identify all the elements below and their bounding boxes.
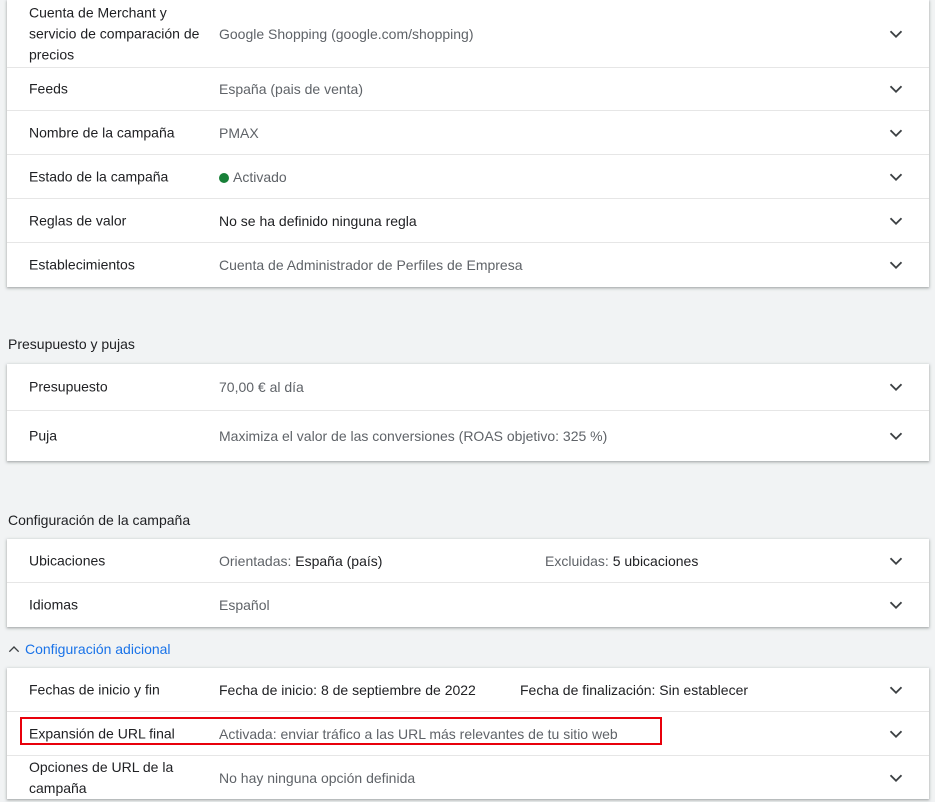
row-value: No hay ninguna opción definida <box>219 769 416 786</box>
row-value: Español <box>219 597 270 613</box>
row-label: Nombre de la campaña <box>29 124 175 140</box>
excluded-value: 5 ubicaciones <box>612 552 699 569</box>
row-campaign-status[interactable]: Estado de la campaña Activado <box>7 155 929 199</box>
chevron-down-icon[interactable] <box>885 550 907 572</box>
row-value: Maximiza el valor de las conversiones (R… <box>219 428 608 444</box>
additional-config-toggle[interactable]: Configuración adicional <box>6 641 171 657</box>
row-value-end: Fecha de finalización: Sin establecer <box>520 681 749 698</box>
row-value: No se ha definido ninguna regla <box>219 212 417 229</box>
chevron-down-icon[interactable] <box>885 723 907 745</box>
row-label: Fechas de inicio y fin <box>29 681 160 697</box>
row-label: Establecimientos <box>29 256 135 273</box>
chevron-down-icon[interactable] <box>885 767 907 789</box>
general-settings-card: Cuenta de Merchant y servicio de compara… <box>7 0 929 287</box>
row-merchant[interactable]: Cuenta de Merchant y servicio de compara… <box>7 0 929 68</box>
row-label: Reglas de valor <box>29 212 127 228</box>
row-label: Cuenta de Merchant y servicio de compara… <box>29 4 200 62</box>
row-value-targeted: Orientadas: España (país) <box>219 553 382 569</box>
chevron-up-icon <box>8 646 20 653</box>
targeted-label: Orientadas: <box>219 552 292 569</box>
row-value: PMAX <box>219 124 259 141</box>
chevron-down-icon[interactable] <box>885 210 907 232</box>
row-value: 70,00 € al día <box>219 379 304 395</box>
chevron-down-icon[interactable] <box>885 425 907 447</box>
section-title-budget: Presupuesto y pujas <box>8 336 135 352</box>
row-bid[interactable]: Puja Maximiza el valor de las conversion… <box>7 411 929 461</box>
additional-config-label: Configuración adicional <box>25 641 171 657</box>
row-locations[interactable]: Ubicaciones Orientadas: España (país) Ex… <box>7 539 929 583</box>
row-url-expansion[interactable]: Expansión de URL final Activada: enviar … <box>7 712 929 756</box>
status-dot-icon <box>219 172 229 183</box>
row-url-options[interactable]: Opciones de URL de la campaña No hay nin… <box>7 756 929 799</box>
row-feeds[interactable]: Feeds España (pais de venta) <box>7 68 929 111</box>
row-value-rules[interactable]: Reglas de valor No se ha definido ningun… <box>7 199 929 243</box>
row-value: España (pais de venta) <box>219 81 363 97</box>
chevron-down-icon[interactable] <box>885 254 907 276</box>
targeted-value: España (país) <box>295 552 383 569</box>
row-value-start: Fecha de inicio: 8 de septiembre de 2022 <box>219 681 476 698</box>
chevron-down-icon[interactable] <box>885 166 907 188</box>
row-label: Feeds <box>29 80 68 97</box>
row-campaign-name[interactable]: Nombre de la campaña PMAX <box>7 111 929 155</box>
row-label: Estado de la campaña <box>29 168 169 184</box>
row-budget[interactable]: Presupuesto 70,00 € al día <box>7 364 929 411</box>
row-label: Expansión de URL final <box>29 725 175 741</box>
excluded-label: Excluidas: <box>545 552 609 569</box>
row-label: Idiomas <box>29 596 79 613</box>
row-languages[interactable]: Idiomas Español <box>7 583 929 627</box>
chevron-down-icon[interactable] <box>885 679 907 701</box>
row-value: Activado <box>219 169 287 185</box>
chevron-down-icon[interactable] <box>885 122 907 144</box>
config-card: Ubicaciones Orientadas: España (país) Ex… <box>7 539 929 627</box>
row-value: Google Shopping (google.com/shopping) <box>219 25 474 42</box>
row-label: Puja <box>29 427 58 444</box>
row-value: Cuenta de Administrador de Perfiles de E… <box>219 257 523 273</box>
chevron-down-icon[interactable] <box>885 78 907 100</box>
chevron-down-icon[interactable] <box>885 376 907 398</box>
row-label: Presupuesto <box>29 378 108 395</box>
row-establishments[interactable]: Establecimientos Cuenta de Administrador… <box>7 243 929 287</box>
row-value: Activada: enviar tráfico a las URL más r… <box>219 725 618 742</box>
section-title-config: Configuración de la campaña <box>8 512 191 528</box>
row-label: Ubicaciones <box>29 552 106 568</box>
budget-card: Presupuesto 70,00 € al día Puja Maximiza… <box>7 364 929 461</box>
additional-card: Fechas de inicio y fin Fecha de inicio: … <box>7 668 929 799</box>
row-dates[interactable]: Fechas de inicio y fin Fecha de inicio: … <box>7 668 929 712</box>
chevron-down-icon[interactable] <box>885 594 907 616</box>
chevron-down-icon[interactable] <box>885 23 907 45</box>
row-label: Opciones de URL de la campaña <box>29 758 174 796</box>
status-text: Activado <box>233 168 287 185</box>
row-value-excluded: Excluidas: 5 ubicaciones <box>545 553 698 569</box>
